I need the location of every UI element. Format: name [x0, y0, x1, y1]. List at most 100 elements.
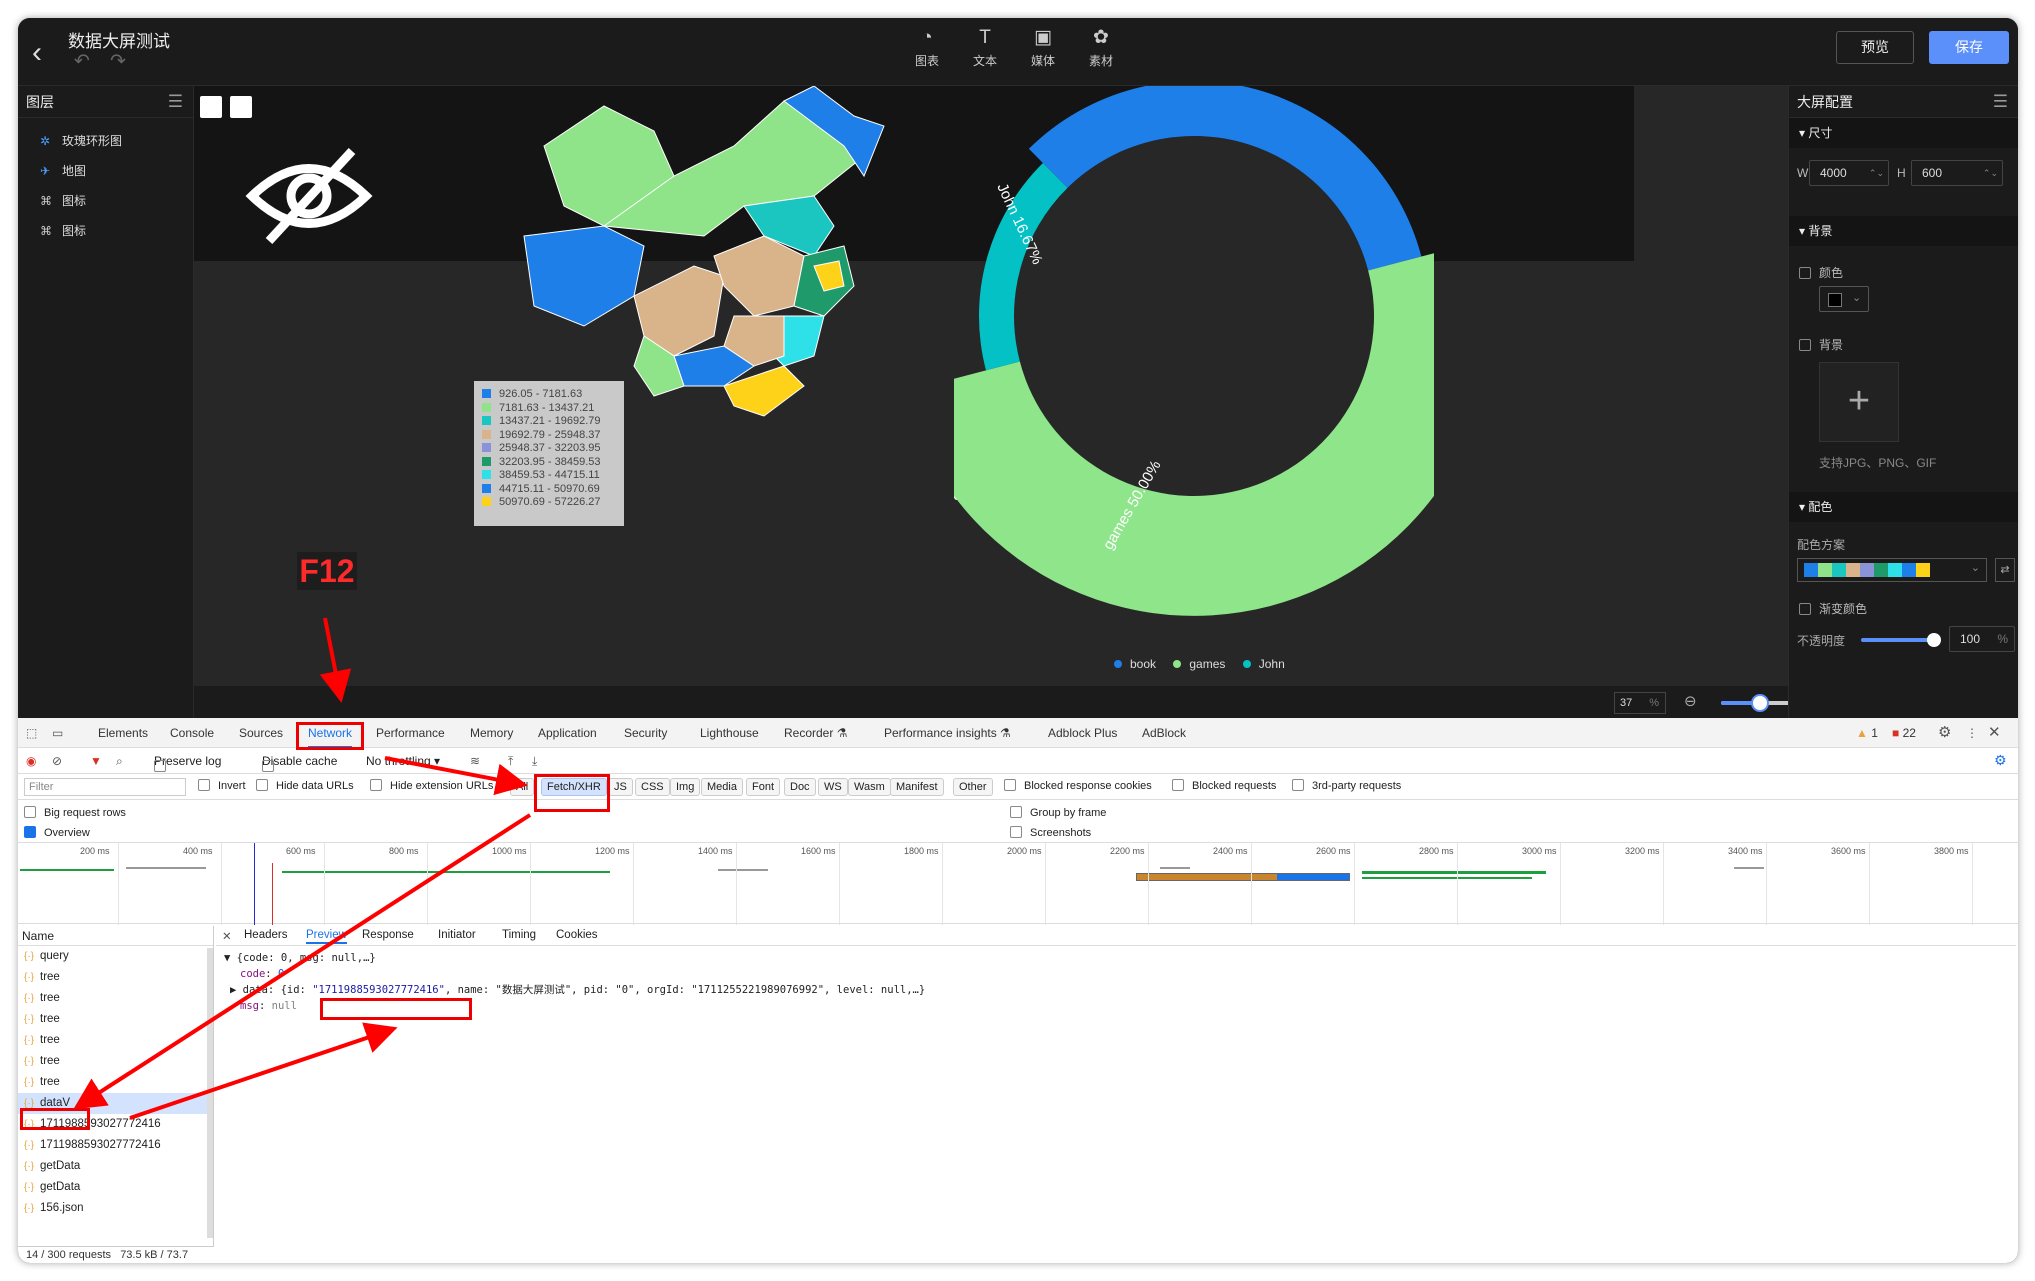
- layer-item[interactable]: ⌘ 图标: [18, 186, 193, 216]
- checkbox[interactable]: [1172, 779, 1184, 791]
- disable-cache-checkbox[interactable]: Disable cache: [262, 754, 337, 772]
- tab-adblock-plus[interactable]: Adblock Plus: [1048, 718, 1117, 748]
- preview-data-line[interactable]: ▶ data: {id: "1711988593027772416", name…: [230, 982, 925, 998]
- save-button[interactable]: 保存: [1929, 31, 2009, 64]
- tool-text[interactable]: T 文本: [966, 26, 1004, 69]
- opacity-input[interactable]: 100%: [1949, 626, 2015, 652]
- filter-js[interactable]: JS: [608, 778, 633, 796]
- height-input[interactable]: 600 ⌃⌄: [1911, 160, 2003, 186]
- filter-input[interactable]: Filter: [24, 778, 186, 796]
- throttling-select[interactable]: No throttling ▾: [366, 754, 440, 768]
- zoom-input[interactable]: 37%: [1614, 692, 1666, 714]
- name-column-header[interactable]: Name: [18, 926, 213, 946]
- network-conditions-icon[interactable]: ≋: [470, 754, 480, 768]
- tab-cookies[interactable]: Cookies: [556, 929, 598, 941]
- tool-media[interactable]: ▣ 媒体: [1024, 26, 1062, 69]
- menu-icon[interactable]: ☰: [168, 86, 183, 118]
- checkbox[interactable]: [370, 779, 382, 791]
- checkbox[interactable]: [1799, 339, 1811, 351]
- network-settings-icon[interactable]: ⚙: [1994, 752, 2007, 769]
- group-by-frame-checkbox[interactable]: Group by frame: [1010, 806, 1106, 819]
- opacity-slider[interactable]: [1861, 633, 1941, 647]
- invert-checkbox[interactable]: Invert: [198, 779, 246, 792]
- request-row[interactable]: {·} tree: [18, 1051, 213, 1072]
- tab-performance-insights[interactable]: Performance insights ⚗: [884, 718, 1011, 748]
- tab-initiator[interactable]: Initiator: [438, 929, 476, 941]
- blocked-requests-checkbox[interactable]: Blocked requests: [1172, 779, 1276, 792]
- filter-media[interactable]: Media: [701, 778, 743, 796]
- filter-font[interactable]: Font: [746, 778, 781, 796]
- tab-console[interactable]: Console: [170, 718, 214, 748]
- request-row[interactable]: {·} tree: [18, 1009, 213, 1030]
- width-input[interactable]: 4000 ⌃⌄: [1809, 160, 1889, 186]
- request-row[interactable]: {·} 156.json: [18, 1198, 213, 1219]
- big-rows-checkbox[interactable]: Big request rows: [24, 806, 126, 819]
- filter-img[interactable]: Img: [670, 778, 701, 796]
- warning-badge[interactable]: ▲ 1: [1856, 718, 1878, 748]
- request-row[interactable]: {·} 1711988593027772416: [18, 1135, 213, 1156]
- export-har-icon[interactable]: ⤓: [532, 754, 537, 769]
- tab-lighthouse[interactable]: Lighthouse: [700, 718, 759, 748]
- tab-adblock[interactable]: AdBlock: [1142, 718, 1186, 748]
- blocked-cookies-checkbox[interactable]: Blocked response cookies: [1004, 779, 1152, 792]
- device-toggle-icon[interactable]: ▭: [52, 718, 63, 748]
- checkbox[interactable]: [1010, 826, 1022, 838]
- checkbox[interactable]: [24, 806, 36, 818]
- filter-wasm[interactable]: Wasm: [848, 778, 891, 796]
- overview-checkbox[interactable]: Overview: [24, 826, 90, 839]
- filter-ws[interactable]: WS: [818, 778, 848, 796]
- legend-item-book[interactable]: book: [1114, 657, 1156, 671]
- upload-button[interactable]: +: [1819, 362, 1899, 442]
- zoom-out-icon[interactable]: ⊖: [1684, 692, 1697, 710]
- gradient-toggle[interactable]: 渐变颜色: [1799, 600, 1867, 617]
- bg-toggle[interactable]: 背景: [1799, 336, 1843, 353]
- tab-application[interactable]: Application: [538, 718, 597, 748]
- tab-recorder[interactable]: Recorder ⚗: [784, 718, 847, 748]
- layer-item[interactable]: ✲ 玫瑰环形图: [18, 126, 193, 156]
- hide-extension-urls-checkbox[interactable]: Hide extension URLs: [370, 779, 493, 792]
- checkbox[interactable]: [1004, 779, 1016, 791]
- tool-chart[interactable]: ◔ 图表: [908, 26, 946, 69]
- close-devtools-icon[interactable]: ✕: [1988, 718, 2001, 748]
- guide-marker[interactable]: [200, 96, 222, 118]
- filter-other[interactable]: Other: [953, 778, 993, 796]
- tab-timing[interactable]: Timing: [502, 929, 536, 941]
- slider-knob[interactable]: [1927, 633, 1941, 647]
- tab-headers[interactable]: Headers: [244, 929, 287, 941]
- stepper-icon[interactable]: ⌃⌄: [1983, 161, 1998, 185]
- checkbox[interactable]: [154, 760, 166, 772]
- search-icon[interactable]: ⌕: [116, 754, 123, 769]
- tab-sources[interactable]: Sources: [239, 718, 283, 748]
- tab-performance[interactable]: Performance: [376, 718, 445, 748]
- slider-knob[interactable]: [1751, 694, 1769, 712]
- filter-doc[interactable]: Doc: [784, 778, 816, 796]
- design-canvas[interactable]: 926.05 - 7181.63 7181.63 - 13437.21 1343…: [194, 86, 1945, 718]
- tab-security[interactable]: Security: [624, 718, 667, 748]
- tab-elements[interactable]: Elements: [98, 718, 148, 748]
- import-har-icon[interactable]: ⤒: [508, 754, 513, 769]
- request-row[interactable]: {·} tree: [18, 1072, 213, 1093]
- stepper-icon[interactable]: ⌃⌄: [1869, 161, 1884, 185]
- request-row[interactable]: {·} getData: [18, 1156, 213, 1177]
- scrollbar[interactable]: [207, 948, 213, 1238]
- filter-manifest[interactable]: Manifest: [890, 778, 944, 796]
- guide-marker[interactable]: [230, 96, 252, 118]
- layer-item[interactable]: ⌘ 图标: [18, 216, 193, 246]
- checkbox[interactable]: [198, 779, 210, 791]
- section-size[interactable]: ▾ 尺寸: [1789, 118, 2018, 148]
- preserve-log-checkbox[interactable]: Preserve log: [154, 754, 221, 772]
- request-row[interactable]: {·} tree: [18, 1030, 213, 1051]
- eye-off-icon[interactable]: [244, 146, 374, 246]
- request-row[interactable]: {·} tree: [18, 988, 213, 1009]
- color-toggle[interactable]: 颜色: [1799, 264, 1843, 281]
- settings-gear-icon[interactable]: ⚙: [1938, 718, 1951, 748]
- checkbox[interactable]: [1799, 603, 1811, 615]
- checkbox[interactable]: [256, 779, 268, 791]
- preview-button[interactable]: 预览: [1836, 31, 1914, 64]
- undo-icon[interactable]: ↶: [74, 50, 90, 73]
- clear-icon[interactable]: ⊘: [52, 754, 62, 768]
- record-icon[interactable]: ◉: [26, 754, 36, 768]
- network-timeline-overview[interactable]: 200 ms 400 ms 600 ms 800 ms 1000 ms 1200 ms 14…: [18, 842, 2018, 925]
- checkbox[interactable]: [262, 760, 274, 772]
- section-palette[interactable]: ▾ 配色: [1789, 492, 2018, 522]
